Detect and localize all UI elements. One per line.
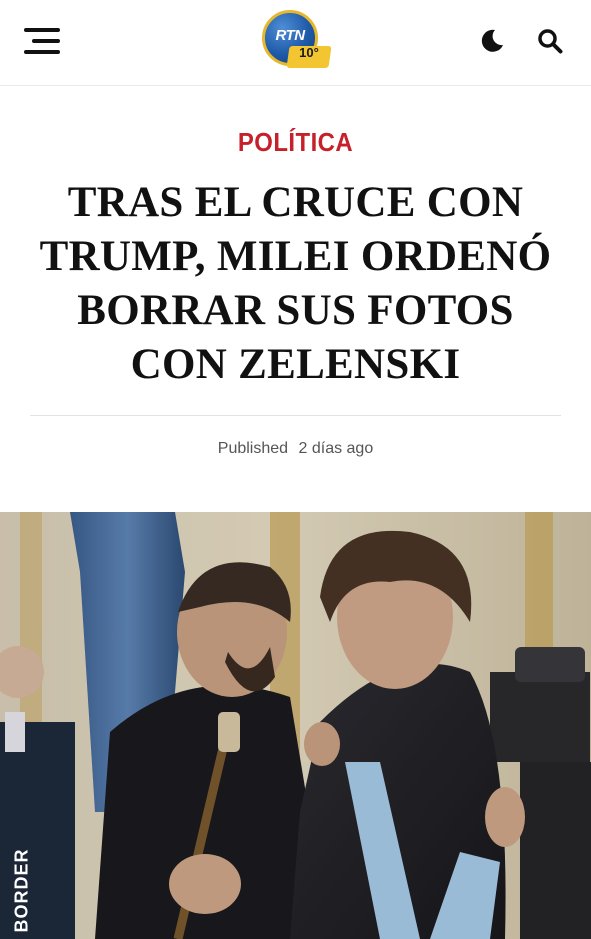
photo-watermark: BORDER bbox=[11, 848, 32, 933]
article-title: TRAS EL CRUCE CON TRUMP, MILEI ORDENÓ BO… bbox=[39, 179, 552, 388]
published-label: Published bbox=[217, 440, 289, 457]
logo-badge-text: 10° bbox=[299, 45, 319, 60]
published-date: 2 días ago bbox=[298, 440, 374, 457]
article-meta: Published 2 días ago bbox=[0, 440, 591, 458]
divider bbox=[30, 415, 561, 416]
article-category[interactable]: POLÍTICA bbox=[24, 127, 568, 158]
hamburger-menu-icon[interactable] bbox=[22, 28, 60, 56]
moon-icon[interactable] bbox=[478, 27, 506, 55]
site-logo[interactable]: RTN 10° bbox=[262, 10, 332, 72]
article-photo[interactable] bbox=[0, 512, 591, 939]
logo-text: RTN bbox=[275, 27, 305, 44]
site-header: RTN 10° bbox=[0, 0, 591, 86]
search-icon[interactable] bbox=[536, 27, 564, 55]
